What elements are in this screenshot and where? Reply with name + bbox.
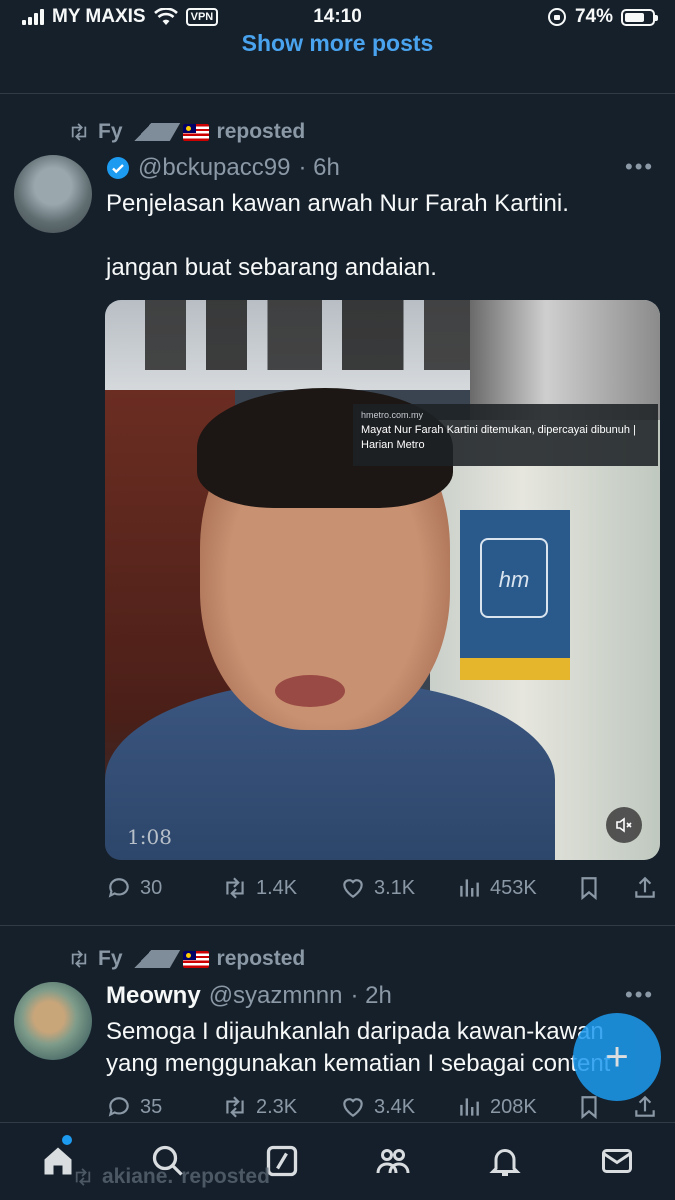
tab-messages[interactable] (597, 1141, 637, 1181)
like-count: 3.4K (374, 1095, 416, 1118)
repost-icon (71, 950, 87, 968)
battery-percent: 74% (574, 6, 613, 27)
home-icon (44, 1147, 72, 1175)
share-icon (635, 876, 655, 898)
tweet-time: · 6h (298, 154, 340, 181)
views-button[interactable]: 453K (456, 875, 537, 901)
avatar[interactable] (14, 982, 92, 1060)
like-button[interactable]: 3.4K (340, 1094, 415, 1120)
tab-notifications[interactable] (485, 1141, 525, 1181)
like-count: 3.1K (374, 876, 416, 899)
orientation-lock-icon (547, 8, 566, 26)
bookmark-icon (581, 877, 597, 901)
repost-button[interactable]: 2.3K (222, 1094, 297, 1120)
tweet-handle[interactable]: @bckupacc99 (138, 154, 290, 182)
compose-button[interactable]: + (573, 1013, 661, 1101)
video-frame-banner: hm (460, 510, 570, 680)
views-button[interactable]: 208K (456, 1094, 537, 1120)
tweet-header: @bckupacc99 · 6h (106, 154, 340, 182)
tweet-video[interactable]: hm hmetro.com.my Mayat Nur Farah Kartini… (105, 300, 660, 860)
repost-indicator[interactable]: Fy reposted (68, 947, 305, 971)
reply-icon (108, 878, 129, 898)
redaction-mark (125, 123, 180, 141)
view-count: 453K (490, 876, 537, 899)
redaction-mark (125, 950, 180, 968)
notification-dot (62, 1135, 72, 1145)
peek-reposter: akiane. (102, 1165, 174, 1188)
repost-icon (226, 1096, 244, 1118)
reposter-name: Fy (98, 120, 123, 143)
mail-icon (602, 1149, 632, 1173)
mute-button[interactable] (606, 807, 642, 843)
video-frame-people (145, 300, 485, 370)
divider (0, 93, 675, 94)
bell-icon (489, 1149, 521, 1176)
heart-icon (343, 1098, 363, 1117)
repost-icon (75, 1168, 91, 1186)
show-more-posts-link[interactable]: Show more posts (0, 30, 675, 57)
tweet-text: Penjelasan kawan arwah Nur Farah Kartini… (106, 190, 569, 281)
repost-icon (71, 123, 87, 141)
caption-source: hmetro.com.my (361, 410, 424, 420)
divider (0, 925, 675, 926)
verified-icon (107, 157, 129, 179)
plus-icon: + (605, 1034, 629, 1079)
like-button[interactable]: 3.1K (340, 875, 415, 901)
heart-icon (343, 879, 363, 898)
more-options-icon[interactable]: ••• (625, 154, 654, 180)
repost-count: 1.4K (256, 876, 298, 899)
video-news-caption: hmetro.com.my Mayat Nur Farah Kartini di… (353, 404, 658, 466)
tweet-header: Meowny @syazmnnn · 2h (106, 982, 392, 1010)
tweet-time: · 2h (350, 982, 392, 1009)
share-icon (635, 1095, 655, 1117)
video-frame-mouth (275, 675, 345, 707)
reply-button[interactable]: 35 (106, 1094, 162, 1120)
tweet-handle[interactable]: @syazmnnn (209, 982, 343, 1010)
reply-button[interactable]: 30 (106, 875, 162, 901)
avatar[interactable] (14, 155, 92, 233)
repost-indicator[interactable]: Fy reposted (68, 120, 305, 144)
peek-label: reposted (181, 1165, 270, 1188)
malaysia-flag-icon (182, 950, 209, 968)
repost-label: reposted (216, 947, 306, 970)
repost-button[interactable]: 1.4K (222, 875, 297, 901)
reply-count: 35 (140, 1095, 163, 1118)
video-duration: 1:08 (127, 825, 172, 849)
bookmark-button[interactable] (576, 875, 602, 901)
caption-title: Mayat Nur Farah Kartini ditemukan, diper… (361, 424, 636, 451)
bookmark-icon (581, 1096, 597, 1120)
reply-icon (108, 1097, 129, 1117)
share-button[interactable] (632, 875, 658, 901)
reply-count: 30 (140, 876, 163, 899)
repost-icon (226, 877, 244, 899)
bookmark-button[interactable] (576, 1094, 602, 1120)
tweet-author-name[interactable]: Meowny (106, 982, 201, 1010)
views-chart-icon (460, 879, 479, 897)
next-repost-peek: akiane. reposted (72, 1165, 270, 1189)
tab-communities[interactable] (373, 1141, 413, 1181)
status-bar: MY MAXIS VPN 14:10 74% (0, 0, 675, 34)
views-chart-icon (460, 1098, 479, 1116)
video-frame-corner (470, 300, 660, 420)
people-icon (376, 1149, 410, 1174)
more-options-icon[interactable]: ••• (625, 982, 654, 1008)
repost-count: 2.3K (256, 1095, 298, 1118)
speaker-muted-icon (616, 817, 632, 833)
battery-icon (621, 8, 658, 26)
malaysia-flag-icon (182, 123, 209, 141)
repost-label: reposted (216, 120, 306, 143)
share-button[interactable] (632, 1094, 658, 1120)
view-count: 208K (490, 1095, 537, 1118)
reposter-name: Fy (98, 947, 123, 970)
